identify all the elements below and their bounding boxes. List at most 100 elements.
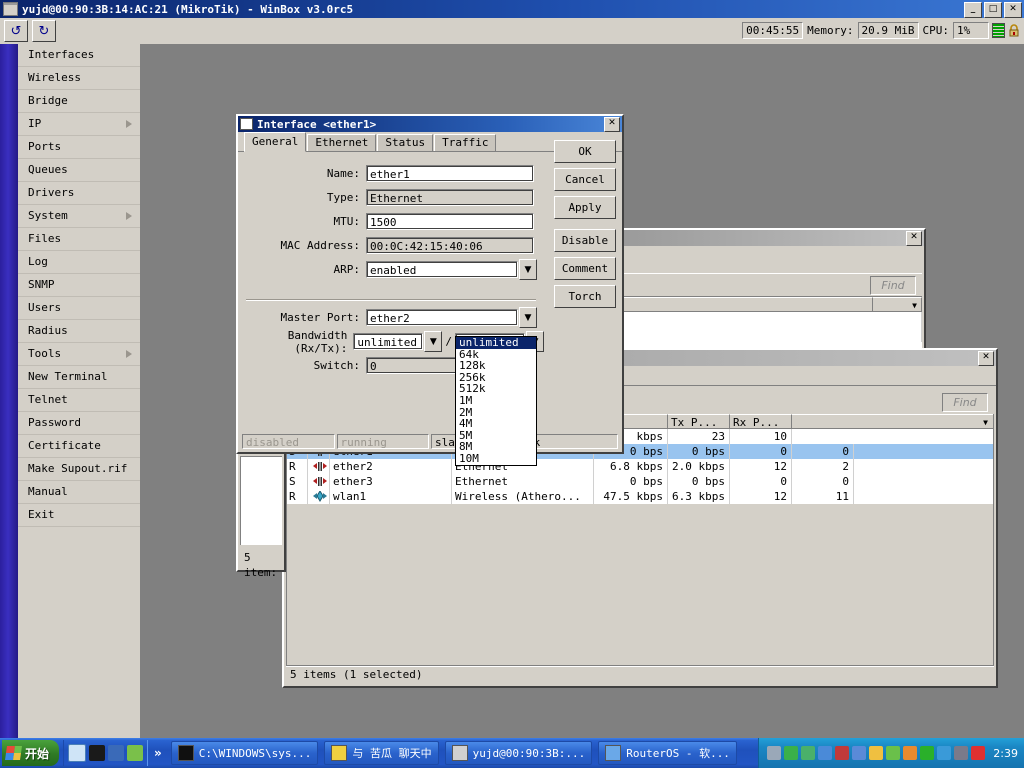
disable-button[interactable]: Disable (554, 229, 616, 252)
sound-icon[interactable] (852, 746, 867, 760)
signal-icon[interactable] (920, 746, 935, 760)
table-cell (854, 444, 994, 459)
bandwidth-separator: / (445, 335, 452, 348)
menu-item-exit[interactable]: Exit (18, 504, 140, 527)
signal-bars-icon (992, 22, 1005, 38)
close-button[interactable]: ✕ (1004, 2, 1022, 18)
taskbar-item-1[interactable]: 与 苦瓜 聊天中 (324, 741, 439, 765)
plane-icon[interactable] (801, 746, 816, 760)
menu-item-telnet[interactable]: Telnet (18, 389, 140, 412)
tab-status[interactable]: Status (377, 134, 434, 151)
table-row[interactable] (621, 327, 922, 342)
overflow-chevron-icon[interactable]: » (148, 746, 168, 760)
field-input-arp[interactable]: enabled (366, 261, 518, 278)
menu-item-interfaces[interactable]: Interfaces (18, 44, 140, 67)
apply-button[interactable]: Apply (554, 196, 616, 219)
bandwidth-dropdown-list[interactable]: unlimited 64k 128k 256k 512k 1M 2M 4M 5M 8M 10M (455, 336, 537, 466)
table-row[interactable]: Rwlan1 Wireless (Athero... 47.5 kbps 6.3 kb… (286, 489, 994, 504)
find-input[interactable]: Find (870, 276, 916, 295)
taskbar-item-0[interactable]: C:\WINDOWS\sys... (170, 741, 319, 765)
menu-item-make-supout-rif[interactable]: Make Supout.rif (18, 458, 140, 481)
menu-item-radius[interactable]: Radius (18, 320, 140, 343)
background-window-titlebar[interactable]: ✕ (618, 230, 924, 246)
qq-icon[interactable] (903, 746, 918, 760)
network-disconnected-icon[interactable] (835, 746, 850, 760)
close-icon[interactable]: ✕ (906, 230, 922, 246)
tab-traffic[interactable]: Traffic (434, 134, 497, 151)
dropdown-arrow-icon[interactable]: ▼ (519, 259, 537, 280)
start-button[interactable]: 开始 (2, 740, 60, 766)
row-tx-packets: 12 (730, 459, 792, 474)
row-flag: R (286, 489, 308, 504)
tab-general[interactable]: General (244, 132, 307, 152)
maximize-button[interactable]: □ (984, 2, 1002, 18)
bandwidth-rx-input[interactable]: unlimited (353, 333, 424, 350)
tab-ethernet[interactable]: Ethernet (307, 134, 377, 151)
torch-button[interactable]: Torch (554, 285, 616, 308)
printer-icon[interactable] (767, 746, 782, 760)
people-icon[interactable] (127, 745, 144, 761)
ok-button[interactable]: OK (554, 140, 616, 163)
table-row[interactable]: Sether3 Ethernet 0 bps 0 bps 0 0 (286, 474, 994, 489)
cancel-button[interactable]: Cancel (554, 168, 616, 191)
menu-item-system[interactable]: System (18, 205, 140, 228)
user-icon[interactable] (886, 746, 901, 760)
menu-item-bridge[interactable]: Bridge (18, 90, 140, 113)
media-icon[interactable] (89, 745, 106, 761)
table-row[interactable] (621, 312, 922, 327)
menu-item-manual[interactable]: Manual (18, 481, 140, 504)
antivirus-icon[interactable] (954, 746, 969, 760)
shield-icon[interactable] (869, 746, 884, 760)
tray-clock[interactable]: 2:39 (993, 747, 1018, 760)
menu-item-users[interactable]: Users (18, 297, 140, 320)
menu-item-tools[interactable]: Tools (18, 343, 140, 366)
network-icon[interactable] (818, 746, 833, 760)
row-rx-rate: 0 bps (668, 444, 730, 459)
umbrella-icon[interactable] (784, 746, 799, 760)
taskbar-item-3[interactable]: RouterOS - 软... (598, 741, 737, 765)
undo-arrow-icon[interactable]: ↺ (4, 20, 28, 42)
field-input-mtu[interactable]: 1500 (366, 213, 534, 230)
menu-item-password[interactable]: Password (18, 412, 140, 435)
field-input-name[interactable]: ether1 (366, 165, 534, 182)
menu-item-log[interactable]: Log (18, 251, 140, 274)
interface-dialog[interactable]: Interface <ether1> ✕ General Ethernet Stat… (236, 114, 624, 454)
column-header-5[interactable]: Tx P... (668, 414, 730, 429)
taskbar-item-2[interactable]: yujd@00:90:3B:... (444, 741, 593, 765)
menu-item-wireless[interactable]: Wireless (18, 67, 140, 90)
column-header-7[interactable]: ▼ (792, 414, 994, 429)
menu-item-ip[interactable]: IP (18, 113, 140, 136)
refresh-icon[interactable] (68, 744, 87, 762)
menu-item-new-terminal[interactable]: New Terminal (18, 366, 140, 389)
menu-item-files[interactable]: Files (18, 228, 140, 251)
close-icon[interactable]: ✕ (978, 350, 994, 366)
row-flag: S (286, 474, 308, 489)
field-input-masterport[interactable]: ether2 (366, 309, 518, 326)
column-options-dropdown-icon[interactable]: ▼ (983, 415, 988, 428)
dropdown-option-1M[interactable]: 1M (456, 395, 536, 407)
redo-arrow-icon[interactable]: ↻ (32, 20, 56, 42)
bandwidth-rx-dropdown-icon[interactable]: ▼ (424, 331, 443, 352)
menu-item-certificate[interactable]: Certificate (18, 435, 140, 458)
messenger-icon[interactable] (937, 746, 952, 760)
movie-icon[interactable] (108, 745, 125, 761)
update-icon[interactable] (971, 746, 986, 760)
small-list-window[interactable]: 5 item: (236, 452, 286, 579)
dropdown-option-4M[interactable]: 4M (456, 418, 536, 430)
menu-item-drivers[interactable]: Drivers (18, 182, 140, 205)
column-dropdown-icon[interactable]: ▼ (912, 298, 917, 311)
menu-item-ports[interactable]: Ports (18, 136, 140, 159)
menu-item-snmp[interactable]: SNMP (18, 274, 140, 297)
comment-button[interactable]: Comment (554, 257, 616, 280)
main-window-titlebar[interactable]: yujd@00:90:3B:14:AC:21 (MikroTik) - WinB… (0, 0, 1024, 18)
dropdown-arrow-icon[interactable]: ▼ (519, 307, 537, 328)
dropdown-option-unlimited[interactable]: unlimited (456, 337, 536, 349)
interface-dialog-titlebar[interactable]: Interface <ether1> ✕ (238, 116, 622, 132)
dropdown-option-10M[interactable]: 10M (456, 453, 536, 465)
column-header-6[interactable]: Rx P... (730, 414, 792, 429)
menu-item-queues[interactable]: Queues (18, 159, 140, 182)
close-icon[interactable]: ✕ (604, 116, 620, 132)
table-row[interactable]: Rether2 Ethernet 6.8 kbps 2.0 kbps 12 2 (286, 459, 994, 474)
minimize-button[interactable]: _ (964, 2, 982, 18)
find-input[interactable]: Find (942, 393, 988, 412)
